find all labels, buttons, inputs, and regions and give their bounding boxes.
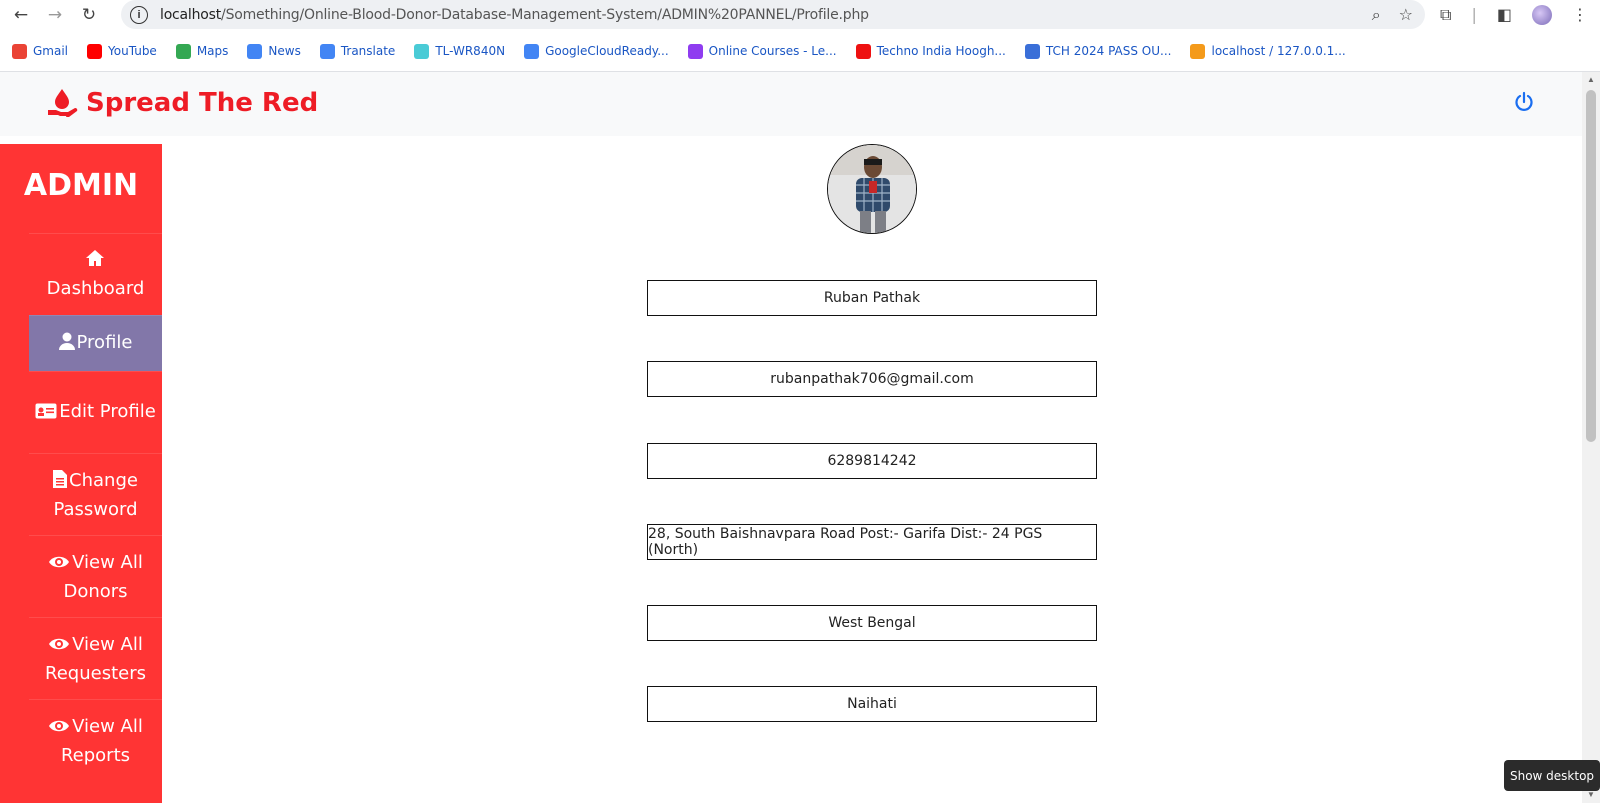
sidebar-item-view-all-reports[interactable]: View All Reports <box>29 699 162 781</box>
bookmark-item[interactable]: Online Courses - Le... <box>687 43 837 59</box>
profile-photo <box>827 144 917 234</box>
sidebar-item-content: View All Requesters <box>29 631 162 687</box>
bookmark-item[interactable]: Gmail <box>12 43 69 59</box>
phone-field: 6289814242 <box>647 443 1097 479</box>
sidebar-item-profile[interactable]: Profile <box>29 315 162 371</box>
translate-icon <box>319 43 335 59</box>
scroll-down-icon[interactable]: ▼ <box>1586 790 1596 799</box>
sidebar-item-label: View All Reports <box>60 715 143 766</box>
person-photo-icon <box>828 145 916 233</box>
news-icon <box>247 43 263 59</box>
tplink-icon <box>414 43 430 59</box>
bookmark-label: Translate <box>340 44 396 58</box>
sidebar-item-content: View All Reports <box>29 713 162 769</box>
bookmark-item[interactable]: TL-WR840N <box>414 43 506 59</box>
city-field: Naihati <box>647 686 1097 722</box>
sidebar-item-label: View All Donors <box>63 551 143 602</box>
browser-toolbar: ← → ↻ i localhost/Something/Online-Blood… <box>0 0 1600 29</box>
techno-india-icon <box>855 43 871 59</box>
sidebar-title: ADMIN <box>23 168 139 203</box>
side-panel-icon[interactable]: ◧ <box>1497 5 1512 24</box>
address-bar[interactable]: i localhost/Something/Online-Blood-Donor… <box>121 0 1425 29</box>
bookmark-label: TCH 2024 PASS OU... <box>1045 44 1172 58</box>
bookmark-label: GoogleCloudReady... <box>545 44 669 58</box>
bookmark-item[interactable]: localhost / 127.0.0.1... <box>1190 43 1346 59</box>
bookmark-label: TL-WR840N <box>435 44 506 58</box>
brand-name: Spread The Red <box>86 88 319 118</box>
state-field: West Bengal <box>647 605 1097 641</box>
menu-dots-icon[interactable]: ⋮ <box>1572 5 1588 24</box>
extensions-icon[interactable]: ⧉ <box>1440 5 1451 25</box>
eye-icon <box>48 551 70 578</box>
sidebar-item-view-all-requesters[interactable]: View All Requesters <box>29 617 162 699</box>
zoom-icon[interactable]: ⌕ <box>1372 5 1381 25</box>
bookmark-label: News <box>268 44 301 58</box>
maps-icon <box>175 43 191 59</box>
blood-donation-hand-icon <box>48 89 78 117</box>
email-field: rubanpathak706@gmail.com <box>647 361 1097 397</box>
sidebar-item-change-password[interactable]: Change Password <box>29 453 162 535</box>
address-field: 28, South Baishnavpara Road Post:- Garif… <box>647 524 1097 560</box>
sidebar-item-dashboard[interactable]: Dashboard <box>29 233 162 315</box>
bookmark-label: Gmail <box>33 44 69 58</box>
site-header: Spread The Red <box>0 72 1582 136</box>
bookmark-label: YouTube <box>108 44 157 58</box>
url-text[interactable]: localhost/Something/Online-Blood-Donor-D… <box>160 7 869 23</box>
bookmark-item[interactable]: Techno India Hoogh... <box>855 43 1006 59</box>
sidebar-item-label: Edit Profile <box>59 401 156 422</box>
bookmark-item[interactable]: TCH 2024 PASS OU... <box>1024 43 1172 59</box>
bookmarks-bar: Gmail YouTube Maps News Translate TL-WR840N Go… <box>0 36 1600 66</box>
page-scrollbar[interactable]: ▲ ▼ <box>1582 72 1600 803</box>
document-icon <box>53 469 68 496</box>
sidebar: ADMIN Dashboard Profile Edit Profile Change… <box>0 144 162 803</box>
sidebar-item-label: Dashboard <box>46 277 145 299</box>
home-icon <box>85 248 105 275</box>
sidebar-item-content: Change Password <box>29 467 162 523</box>
scroll-thumb[interactable] <box>1586 90 1596 442</box>
power-icon[interactable] <box>1514 91 1534 113</box>
bookmark-label: Maps <box>196 44 229 58</box>
id-card-icon <box>35 400 57 427</box>
gmail-icon <box>12 43 27 59</box>
forward-icon[interactable]: → <box>38 0 72 29</box>
show-desktop-tooltip: Show desktop <box>1504 760 1600 791</box>
eye-icon <box>48 633 70 660</box>
sidebar-menu: Dashboard Profile Edit Profile Change Passw… <box>29 233 162 781</box>
user-icon <box>58 331 75 358</box>
bookmark-item[interactable]: GoogleCloudReady... <box>524 43 669 59</box>
bookmark-item[interactable]: YouTube <box>87 43 157 59</box>
bookmark-item[interactable]: Maps <box>175 43 229 59</box>
sidebar-item-label: Profile <box>76 332 133 353</box>
site-info-icon[interactable]: i <box>130 5 148 24</box>
sidebar-item-content: Edit Profile <box>29 398 162 427</box>
scroll-up-icon[interactable]: ▲ <box>1586 75 1596 84</box>
reload-icon[interactable]: ↻ <box>72 0 106 29</box>
back-icon[interactable]: ← <box>4 0 38 29</box>
phpmyadmin-icon <box>1190 43 1206 59</box>
google-icon <box>524 43 540 59</box>
bookmark-label: localhost / 127.0.0.1... <box>1211 44 1346 58</box>
profile-avatar-icon[interactable] <box>1532 4 1552 25</box>
divider: | <box>1471 5 1477 24</box>
bookmark-item[interactable]: News <box>247 43 301 59</box>
sidebar-item-content: Profile <box>29 329 162 358</box>
bookmark-item[interactable]: Translate <box>319 43 396 59</box>
youtube-icon <box>87 43 103 59</box>
courses-icon <box>687 43 703 59</box>
eye-icon <box>48 715 70 742</box>
bookmark-label: Techno India Hoogh... <box>876 44 1006 58</box>
group-icon <box>1024 43 1040 59</box>
bookmark-label: Online Courses - Le... <box>708 44 837 58</box>
sidebar-item-content: View All Donors <box>29 549 162 605</box>
sidebar-item-edit-profile[interactable]: Edit Profile <box>29 371 162 453</box>
name-field: Ruban Pathak <box>647 280 1097 316</box>
sidebar-item-view-all-donors[interactable]: View All Donors <box>29 535 162 617</box>
brand-logo[interactable]: Spread The Red <box>46 88 318 118</box>
bookmark-star-icon[interactable]: ☆ <box>1399 5 1413 24</box>
profile-content: Ruban Pathak rubanpathak706@gmail.com 62… <box>162 136 1582 803</box>
